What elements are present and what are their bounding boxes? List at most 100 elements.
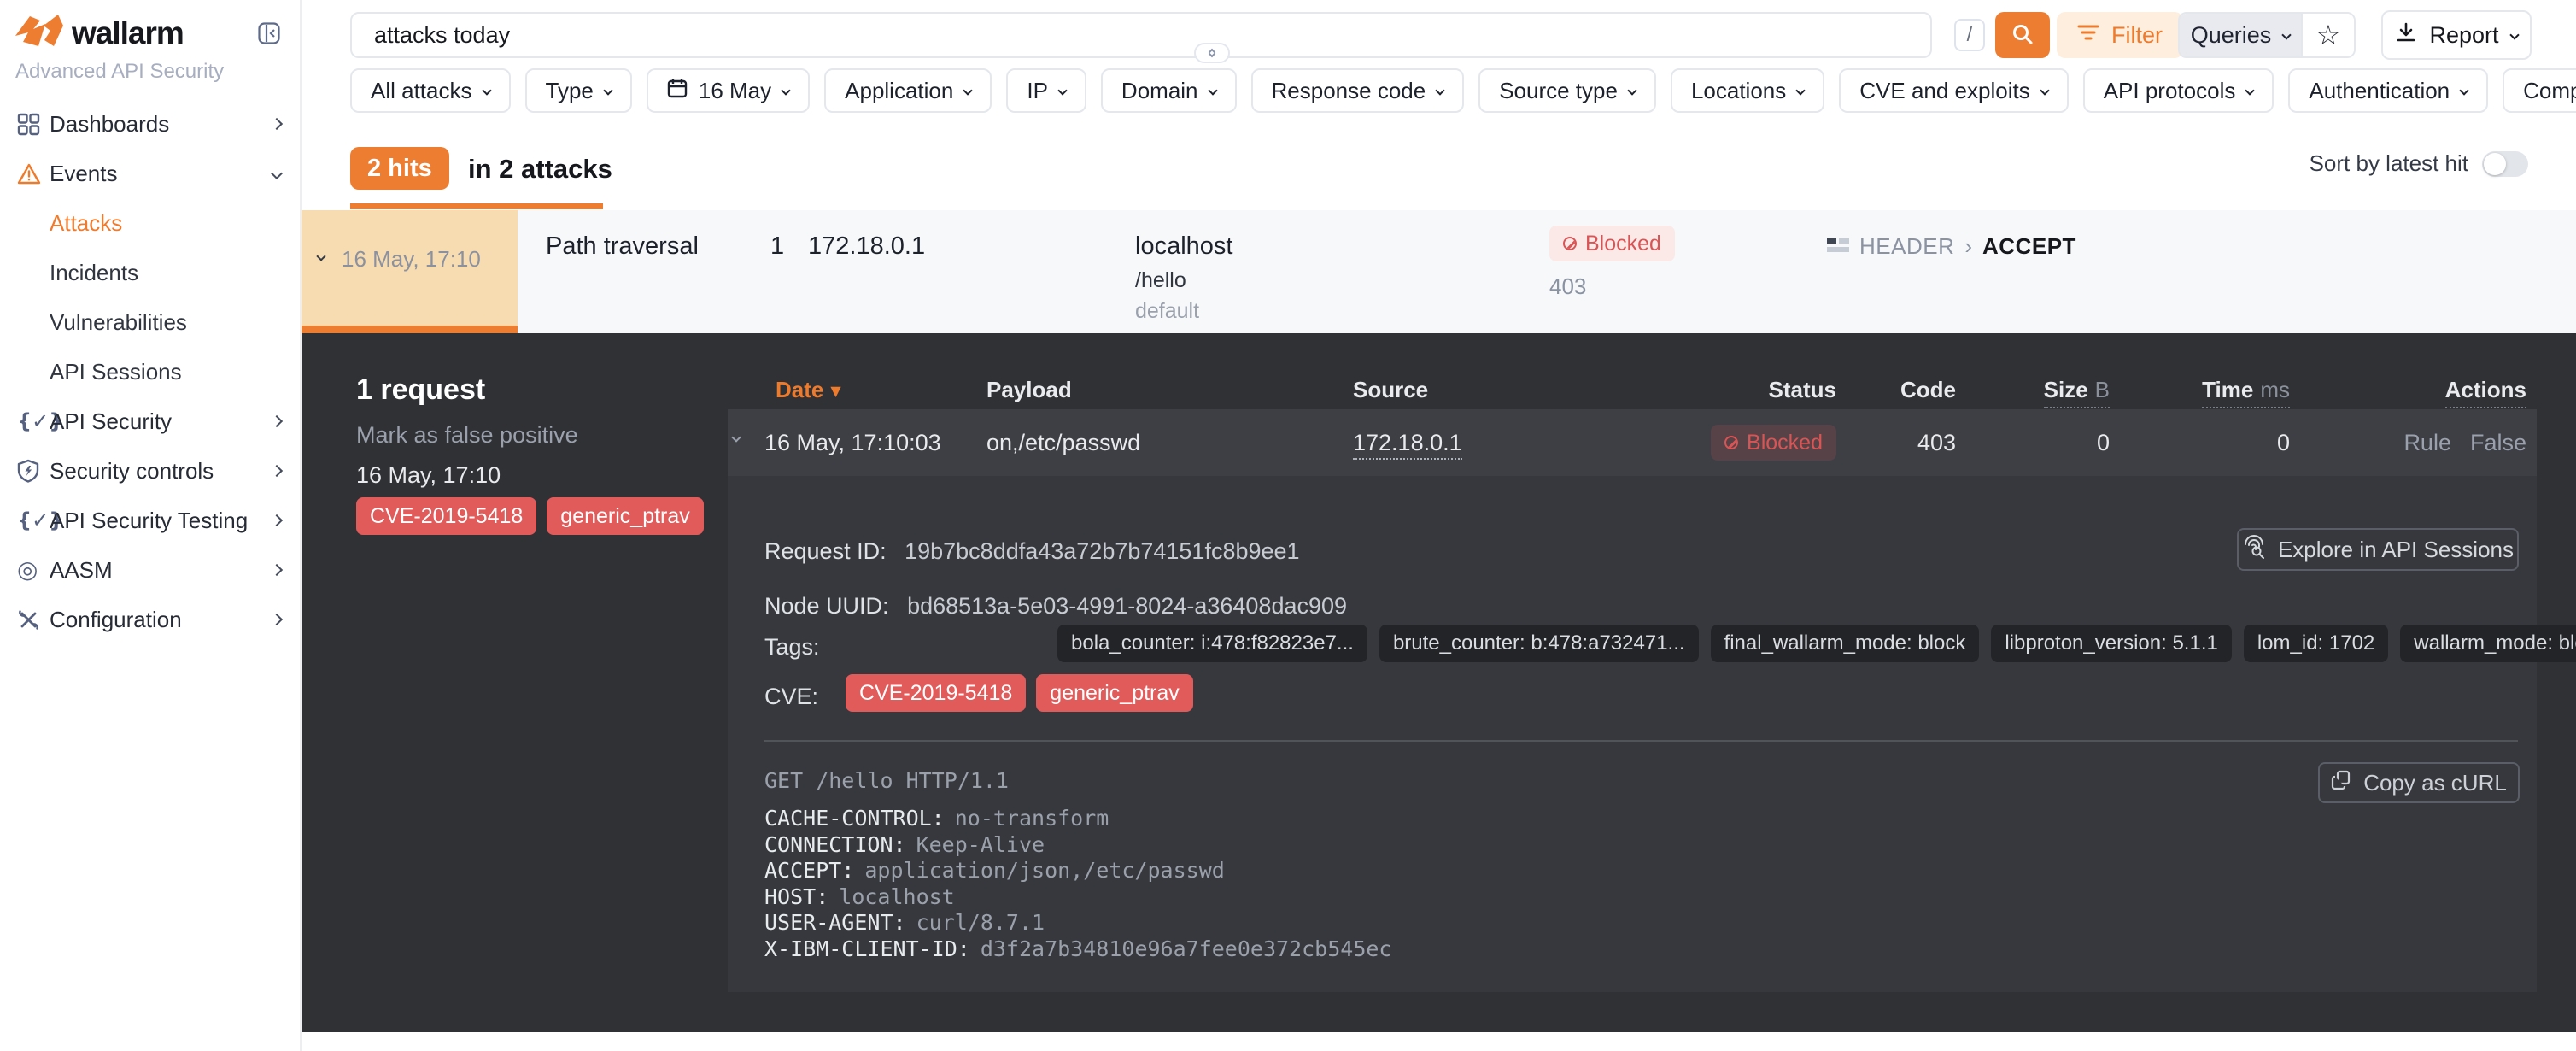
chevron-down-icon	[482, 85, 491, 95]
collapse-searchbar-handle[interactable]	[1194, 43, 1230, 63]
sidebar-item-api-sessions[interactable]: API Sessions	[0, 347, 300, 396]
sidebar-item-label: Events	[50, 161, 118, 187]
collapse-sidebar-icon[interactable]	[257, 21, 281, 45]
action-false-link[interactable]: False	[2470, 430, 2526, 456]
sidebar-item-attacks[interactable]: Attacks	[0, 198, 300, 248]
logo-row: wallarm	[0, 0, 300, 52]
queries-button[interactable]: Queries	[2180, 14, 2301, 56]
filter-chip-domain[interactable]: Domain	[1101, 68, 1237, 113]
http-request-line: GET /hello HTTP/1.1	[764, 768, 1009, 793]
column-header-date[interactable]: Date▼	[776, 377, 841, 403]
filter-chip-compare-to[interactable]: Compare to...	[2503, 68, 2576, 113]
tag-chip[interactable]: bola_counter: i:478:f82823e7...	[1057, 625, 1367, 662]
filter-chip-date[interactable]: 16 May	[647, 68, 810, 113]
attack-point: HEADER › ACCEPT	[1827, 233, 2076, 260]
sidebar-item-events[interactable]: Events	[0, 149, 300, 198]
explore-in-api-sessions-button[interactable]: Explore in API Sessions	[2237, 528, 2519, 571]
download-icon	[2395, 21, 2417, 50]
sidebar-item-dashboards[interactable]: Dashboards	[0, 99, 300, 149]
chevron-down-icon	[963, 85, 973, 95]
tag-chip[interactable]: libproton_version: 5.1.1	[1991, 625, 2232, 662]
cve-chip[interactable]: CVE-2019-5418	[846, 674, 1026, 712]
chip-label: API protocols	[2104, 78, 2236, 104]
sidebar-item-label: Vulnerabilities	[50, 309, 187, 336]
tag-chip[interactable]: brute_counter: b:478:a732471...	[1379, 625, 1699, 662]
api-security-testing-icon: {✓}	[17, 508, 50, 532]
attack-date-cell[interactable]: 16 May, 17:10	[301, 210, 518, 333]
filter-chip-response-code[interactable]: Response code	[1251, 68, 1465, 113]
wallarm-logo-icon	[15, 14, 63, 52]
chip-label: Application	[845, 78, 953, 104]
filter-chip-all-attacks[interactable]: All attacks	[350, 68, 511, 113]
sidebar-item-incidents[interactable]: Incidents	[0, 248, 300, 297]
tag-chip-row: bola_counter: i:478:f82823e7... brute_co…	[1057, 625, 2576, 662]
column-header-payload: Payload	[986, 377, 1072, 403]
detail-attack-date: 16 May, 17:10	[356, 462, 501, 489]
attack-row[interactable]: 16 May, 17:10 Path traversal 1 172.18.0.…	[301, 210, 2576, 333]
chevron-right-icon	[271, 514, 283, 526]
sidebar-item-security-controls[interactable]: Security controls	[0, 446, 300, 496]
attack-path: /hello	[1135, 268, 1186, 293]
sidebar-item-configuration[interactable]: Configuration	[0, 595, 300, 644]
request-size: 0	[2097, 430, 2110, 456]
chevron-right-icon	[271, 415, 283, 427]
request-payload: on,/etc/passwd	[986, 430, 1140, 456]
sort-by-latest-hit-toggle[interactable]	[2482, 151, 2528, 177]
chip-label: Response code	[1272, 78, 1426, 104]
attack-tag-chip[interactable]: generic_ptrav	[547, 497, 703, 535]
sidebar-item-vulnerabilities[interactable]: Vulnerabilities	[0, 297, 300, 347]
copy-as-curl-button[interactable]: Copy as cURL	[2318, 762, 2520, 803]
filter-chip-type[interactable]: Type	[525, 68, 632, 113]
chevron-right-icon	[271, 564, 283, 576]
chevron-down-icon	[316, 251, 325, 261]
filter-chip-locations[interactable]: Locations	[1671, 68, 1824, 113]
product-tagline: Advanced API Security	[0, 60, 300, 84]
column-header-size[interactable]: SizeB	[2044, 377, 2110, 403]
sidebar-item-label: Configuration	[50, 607, 182, 633]
filter-chip-authentication[interactable]: Authentication	[2288, 68, 2488, 113]
favorite-star-button[interactable]: ☆	[2301, 14, 2354, 56]
chevron-down-icon	[2040, 85, 2049, 95]
star-icon: ☆	[2316, 19, 2341, 51]
sidebar-item-aasm[interactable]: ◎ AASM	[0, 545, 300, 595]
sidebar-item-api-security[interactable]: {✓} API Security	[0, 396, 300, 446]
mark-false-positive-link[interactable]: Mark as false positive	[356, 422, 578, 449]
column-header-code: Code	[1900, 377, 1956, 403]
chip-label: Compare to...	[2523, 78, 2576, 104]
sort-desc-icon: ▼	[830, 383, 840, 399]
action-rule-link[interactable]: Rule	[2403, 430, 2451, 456]
chip-label: Domain	[1121, 78, 1198, 104]
column-header-time[interactable]: Timems	[2202, 377, 2290, 403]
request-source-ip[interactable]: 172.18.0.1	[1353, 430, 1462, 456]
report-button[interactable]: Report	[2381, 10, 2532, 60]
section-divider	[764, 740, 2518, 742]
tag-chip[interactable]: lom_id: 1702	[2244, 625, 2388, 662]
filter-chip-application[interactable]: Application	[824, 68, 992, 113]
cve-chip[interactable]: generic_ptrav	[1036, 674, 1192, 712]
api-security-icon: {✓}	[17, 409, 50, 433]
chevron-down-icon	[1208, 85, 1217, 95]
search-input[interactable]	[350, 12, 1932, 58]
filter-button[interactable]: Filter	[2057, 12, 2183, 58]
filter-chip-ip[interactable]: IP	[1006, 68, 1086, 113]
attack-tag-chip[interactable]: CVE-2019-5418	[356, 497, 536, 535]
tag-chip[interactable]: final_wallarm_mode: block	[1711, 625, 1980, 662]
search-button[interactable]	[1995, 12, 2050, 58]
tag-chip[interactable]: wallarm_mode: block	[2400, 625, 2576, 662]
sidebar-item-label: AASM	[50, 557, 113, 584]
http-header-line: ACCEPT:application/json,/etc/passwd	[764, 858, 1391, 884]
filter-chip-api-protocols[interactable]: API protocols	[2083, 68, 2274, 113]
queries-group: Queries ☆	[2178, 12, 2356, 58]
column-header-actions[interactable]: Actions	[2445, 377, 2526, 403]
filter-chip-source-type[interactable]: Source type	[1478, 68, 1656, 113]
chip-label: CVE and exploits	[1859, 78, 2029, 104]
cve-label: CVE:	[764, 684, 818, 710]
column-header-source: Source	[1353, 377, 1428, 403]
request-id-row: Request ID: 19b7bc8ddfa43a72b7b74151fc8b…	[764, 538, 1300, 565]
sidebar-item-api-security-testing[interactable]: {✓} API Security Testing	[0, 496, 300, 545]
attack-point-field: ACCEPT	[1982, 233, 2076, 260]
attack-host: localhost	[1135, 232, 1232, 261]
sidebar-nav: Dashboards Events Attacks Incidents Vuln…	[0, 99, 300, 644]
filter-chip-cve-and-exploits[interactable]: CVE and exploits	[1839, 68, 2068, 113]
configuration-tools-icon	[17, 608, 50, 631]
